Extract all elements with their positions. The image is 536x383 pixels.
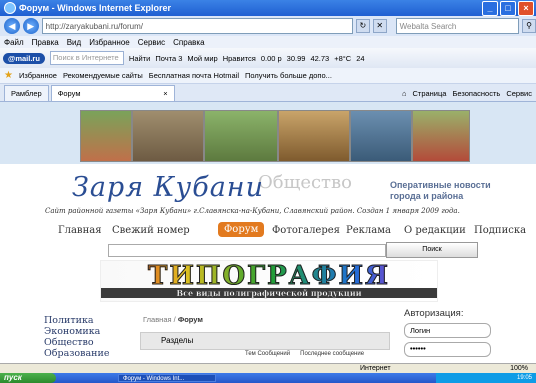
ie-icon: [4, 2, 16, 14]
left-nav-education[interactable]: Образование: [44, 348, 109, 359]
search-icon[interactable]: ⚲: [522, 19, 536, 33]
system-tray-clock: 19:05: [436, 373, 536, 383]
forward-button[interactable]: ▶: [22, 18, 39, 34]
menu-edit[interactable]: Правка: [32, 38, 59, 47]
back-button[interactable]: ◀: [4, 18, 20, 34]
mailru-mail-link[interactable]: Почта 3: [155, 54, 182, 63]
favorite-link-more[interactable]: Получить больше допо...: [245, 71, 332, 80]
password-input[interactable]: ••••••: [404, 342, 491, 357]
menu-view[interactable]: Вид: [67, 38, 81, 47]
breadcrumb: Главная / Форум: [143, 315, 203, 324]
window-title: Форум - Windows Internet Explorer: [19, 3, 172, 13]
window-title-bar: Форум - Windows Internet Explorer _ □ ×: [0, 0, 536, 16]
nav-about[interactable]: О редакции: [404, 225, 466, 236]
forum-col-last-post: Последнее сообщение: [300, 351, 365, 357]
mailru-balance: 0.00 р: [260, 53, 282, 63]
nav-latest-issue[interactable]: Свежий номер: [112, 225, 190, 236]
mailru-usd: 30.99: [286, 53, 306, 63]
mailru-eur: 42.73: [310, 53, 330, 63]
photo-building: [350, 110, 412, 162]
tab-rambler[interactable]: Рамблер: [4, 85, 49, 101]
auth-title: Авторизация:: [404, 308, 464, 319]
taskbar-item-ie[interactable]: Форум - Windows Int...: [118, 374, 216, 382]
site-nav: Главная Свежий номер Форум Фотогалерея Р…: [0, 222, 536, 242]
favorites-bar: ★ Избранное Рекомендуемые сайты Бесплатн…: [0, 68, 536, 84]
mailru-search-input[interactable]: Поиск в Интернете: [49, 51, 124, 65]
mailru-find-button[interactable]: Найти: [129, 54, 150, 63]
online-news-link[interactable]: Оперативные новости города и района: [390, 180, 500, 202]
menu-help[interactable]: Справка: [173, 38, 204, 47]
breadcrumb-separator: /: [173, 315, 176, 324]
tab-bar: Рамблер Форум × ⌂ Страница Безопасность С…: [0, 84, 536, 102]
site-subtitle: Сайт районной газеты «Заря Кубани» г.Сла…: [45, 207, 460, 215]
home-icon[interactable]: ⌂: [402, 89, 407, 98]
site-title[interactable]: Заря Кубани: [72, 172, 264, 203]
photo-apples: [80, 110, 132, 162]
breadcrumb-current: Форум: [177, 315, 203, 324]
start-button[interactable]: пуск: [0, 373, 56, 383]
nav-subscribe[interactable]: Подписка: [474, 225, 526, 236]
address-field[interactable]: http://zaryakubani.ru/forum/: [41, 18, 353, 34]
site-search-button[interactable]: Поиск: [386, 242, 478, 258]
tab-close-icon[interactable]: ×: [163, 89, 167, 98]
left-nav: Политика Экономика Общество Образование: [44, 315, 109, 359]
menu-bar: Файл Правка Вид Избранное Сервис Справка: [0, 36, 536, 48]
left-nav-politics[interactable]: Политика: [44, 315, 109, 326]
forum-col-topics: Тем Сообщений: [245, 351, 291, 357]
photo-people: [204, 110, 278, 162]
banner-title: ТИПОГРАФИЯ: [101, 262, 437, 291]
header-photos: [0, 102, 536, 164]
photo-field: [132, 110, 204, 162]
photo-choir: [278, 110, 350, 162]
web-search-input[interactable]: Webalta Search: [395, 18, 520, 34]
favorite-link-recommended[interactable]: Рекомендуемые сайты: [63, 71, 143, 80]
command-page[interactable]: Страница: [412, 89, 446, 98]
close-button[interactable]: ×: [518, 1, 534, 16]
mailru-like-link[interactable]: Нравится: [223, 54, 256, 63]
menu-tools[interactable]: Сервис: [138, 38, 165, 47]
menu-favorites[interactable]: Избранное: [89, 38, 130, 47]
favorites-label[interactable]: Избранное: [19, 71, 57, 80]
mailru-count: 24: [356, 53, 365, 63]
status-bar: Интернет 100%: [0, 363, 536, 373]
tab-forum[interactable]: Форум ×: [50, 85, 175, 101]
mailru-myworld-link[interactable]: Мой мир: [187, 54, 217, 63]
nav-home[interactable]: Главная: [58, 225, 102, 236]
stop-icon[interactable]: ✕: [372, 19, 387, 33]
menu-file[interactable]: Файл: [4, 38, 24, 47]
login-input[interactable]: Логин: [404, 323, 491, 338]
star-icon[interactable]: ★: [4, 70, 13, 81]
left-nav-economy[interactable]: Экономика: [44, 326, 109, 337]
left-nav-society[interactable]: Общество: [44, 337, 109, 348]
banner-subtitle: Все виды полиграфической продукции: [101, 288, 437, 298]
favorite-link-hotmail[interactable]: Бесплатная почта Hotmail: [149, 71, 239, 80]
photo-fruit: [412, 110, 470, 162]
site-search-input[interactable]: [108, 244, 386, 257]
site-watermark: Общество: [258, 172, 352, 193]
command-tools[interactable]: Сервис: [506, 89, 532, 98]
window-controls: _ □ ×: [482, 1, 534, 16]
mailru-logo[interactable]: @mail.ru: [3, 52, 45, 64]
nav-ads[interactable]: Реклама: [346, 225, 391, 236]
forum-sections-header: Разделы: [140, 332, 390, 350]
refresh-icon[interactable]: ↻: [355, 19, 370, 33]
address-toolbar: ◀ ▶ http://zaryakubani.ru/forum/ ↻ ✕ Web…: [0, 16, 536, 36]
nav-forum[interactable]: Форум: [218, 222, 265, 237]
status-zone: Интернет: [360, 365, 391, 372]
print-banner[interactable]: ТИПОГРАФИЯ Все виды полиграфической прод…: [100, 260, 438, 302]
mailru-weather: +8°C: [334, 53, 352, 63]
breadcrumb-home[interactable]: Главная: [143, 315, 172, 324]
zoom-level[interactable]: 100%: [510, 365, 528, 372]
nav-gallery[interactable]: Фотогалерея: [272, 225, 340, 236]
forum-column-headers: Тем Сообщений Последнее сообщение: [245, 351, 364, 357]
mailru-toolbar: @mail.ru Поиск в Интернете Найти Почта 3…: [0, 48, 536, 68]
command-security[interactable]: Безопасность: [452, 89, 500, 98]
minimize-button[interactable]: _: [482, 1, 498, 16]
maximize-button[interactable]: □: [500, 1, 516, 16]
command-bar: ⌂ Страница Безопасность Сервис: [402, 86, 536, 101]
page-viewport: Общество Заря Кубани Оперативные новости…: [0, 102, 536, 363]
